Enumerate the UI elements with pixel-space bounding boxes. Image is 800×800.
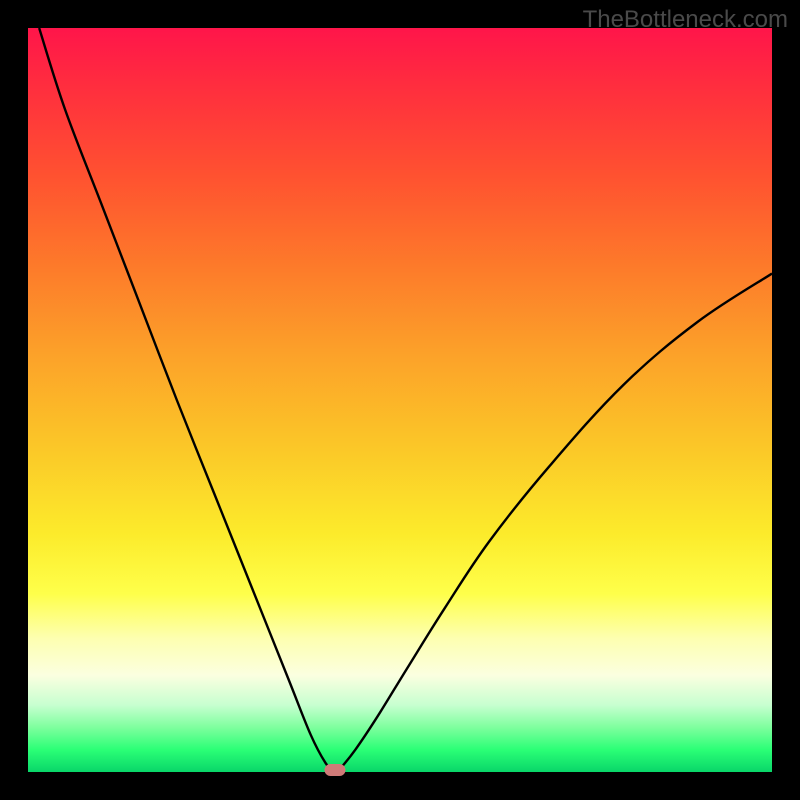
curve-minimum-marker [325, 764, 346, 776]
chart-curve-svg [28, 28, 772, 772]
chart-plot-area [28, 28, 772, 772]
watermark-text: TheBottleneck.com [583, 6, 788, 34]
bottleneck-curve [39, 28, 772, 771]
